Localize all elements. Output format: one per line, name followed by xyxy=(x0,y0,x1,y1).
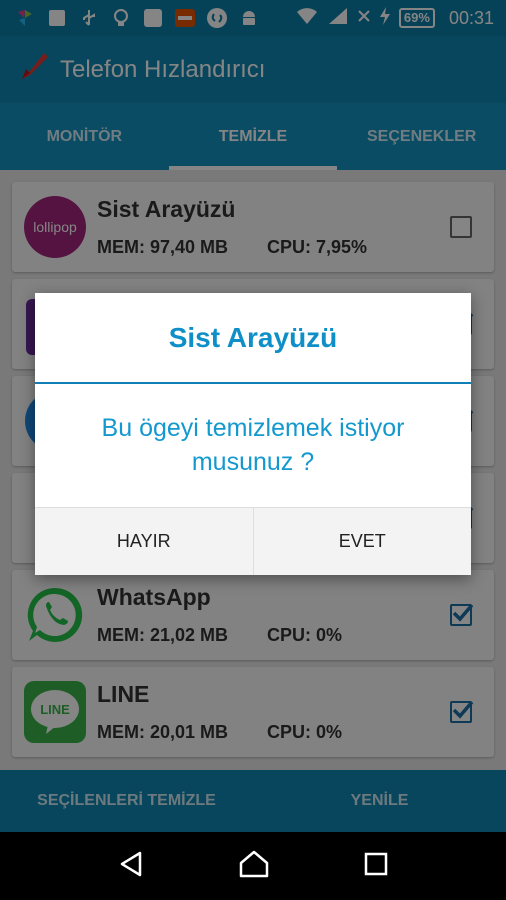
dialog-buttons: HAYIR EVET xyxy=(35,507,471,575)
cancel-button[interactable]: HAYIR xyxy=(35,508,253,575)
recents-icon[interactable] xyxy=(362,850,390,883)
back-icon[interactable] xyxy=(116,849,146,884)
confirm-button[interactable]: EVET xyxy=(252,508,471,575)
dialog-message: Bu ögeyi temizlemek istiyor musunuz ? xyxy=(101,414,405,476)
dialog-title: Sist Arayüzü xyxy=(168,322,338,353)
dialog-divider xyxy=(35,382,471,384)
home-icon[interactable] xyxy=(238,849,270,884)
confirm-dialog: Sist Arayüzü Bu ögeyi temizlemek istiyor… xyxy=(35,293,471,575)
system-nav-bar xyxy=(0,832,506,900)
